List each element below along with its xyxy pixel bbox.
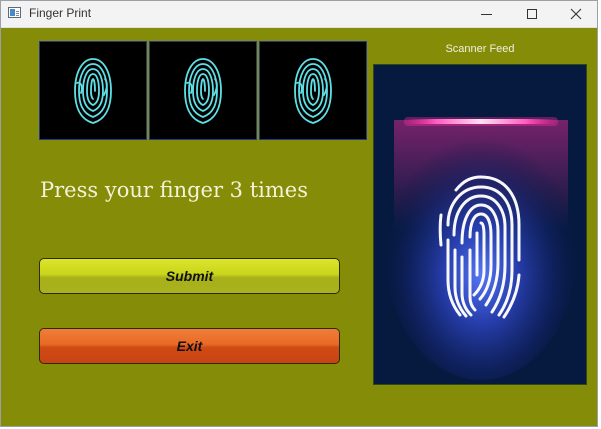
submit-button[interactable]: Submit [39, 258, 340, 294]
instruction-text: Press your finger 3 times [40, 178, 308, 202]
fingerprint-capture-1 [39, 41, 147, 140]
fingerprint-capture-2 [149, 41, 257, 140]
close-button[interactable] [553, 1, 597, 27]
title-bar[interactable]: Finger Print [1, 1, 597, 28]
scanner-feed-label: Scanner Feed [445, 43, 515, 55]
fingerprint-capture-3 [259, 41, 367, 140]
minimize-button[interactable] [463, 1, 509, 27]
minimize-icon [480, 13, 492, 15]
scanner-fingerprint-icon [374, 65, 586, 384]
fingerprint-icon [294, 57, 332, 124]
app-window: Finger Print Press your finger 3 times S… [0, 0, 598, 427]
maximize-button[interactable] [509, 1, 555, 27]
window-app-icon [8, 7, 21, 18]
maximize-icon [527, 9, 537, 19]
scanner-feed [373, 64, 587, 385]
fingerprint-icon [184, 57, 222, 124]
close-icon [570, 8, 582, 20]
exit-button[interactable]: Exit [39, 328, 340, 364]
main-panel: Press your finger 3 times Submit Exit Sc… [1, 28, 597, 426]
fingerprint-icon [74, 57, 112, 124]
window-title: Finger Print [29, 6, 92, 20]
